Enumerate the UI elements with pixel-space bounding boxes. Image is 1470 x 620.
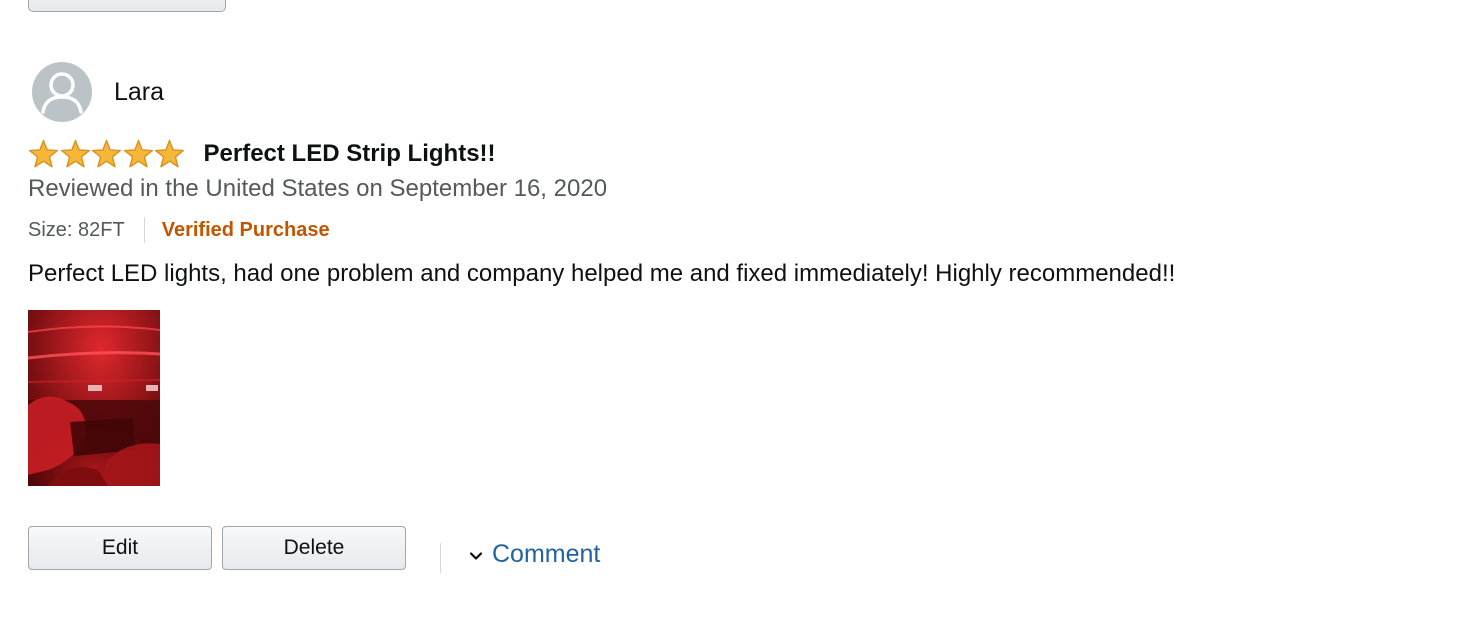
star-icon	[92, 139, 121, 168]
review-title-row: Perfect LED Strip Lights!!	[28, 138, 496, 170]
star-icon	[155, 139, 184, 168]
comment-toggle-link[interactable]: Comment	[468, 540, 600, 569]
star-icon	[60, 139, 90, 168]
default-user-avatar-icon	[32, 62, 92, 122]
format-divider	[143, 217, 145, 243]
review-format-strip: Size: 82FT Verified Purchase	[28, 216, 330, 244]
star-rating[interactable]	[28, 139, 186, 169]
verified-purchase-badge: Verified Purchase	[161, 218, 330, 241]
reviewer-profile[interactable]: Lara	[32, 62, 164, 122]
star-icon	[29, 139, 58, 168]
review-date: Reviewed in the United States on Septemb…	[28, 175, 608, 202]
review-photo-thumbnail[interactable]	[28, 310, 160, 486]
review-title[interactable]: Perfect LED Strip Lights!!	[204, 140, 496, 168]
chevron-down-icon	[469, 551, 483, 560]
reviewer-name[interactable]: Lara	[114, 78, 164, 107]
previous-review-button[interactable]	[28, 0, 226, 12]
edit-button[interactable]: Edit	[28, 526, 212, 570]
comment-label[interactable]: Comment	[492, 540, 600, 569]
action-divider	[440, 543, 441, 573]
review-body: Perfect LED lights, had one problem and …	[28, 260, 1176, 287]
delete-button[interactable]: Delete	[222, 526, 406, 570]
star-icon	[123, 139, 153, 168]
size-label: Size: 82FT	[28, 218, 125, 241]
